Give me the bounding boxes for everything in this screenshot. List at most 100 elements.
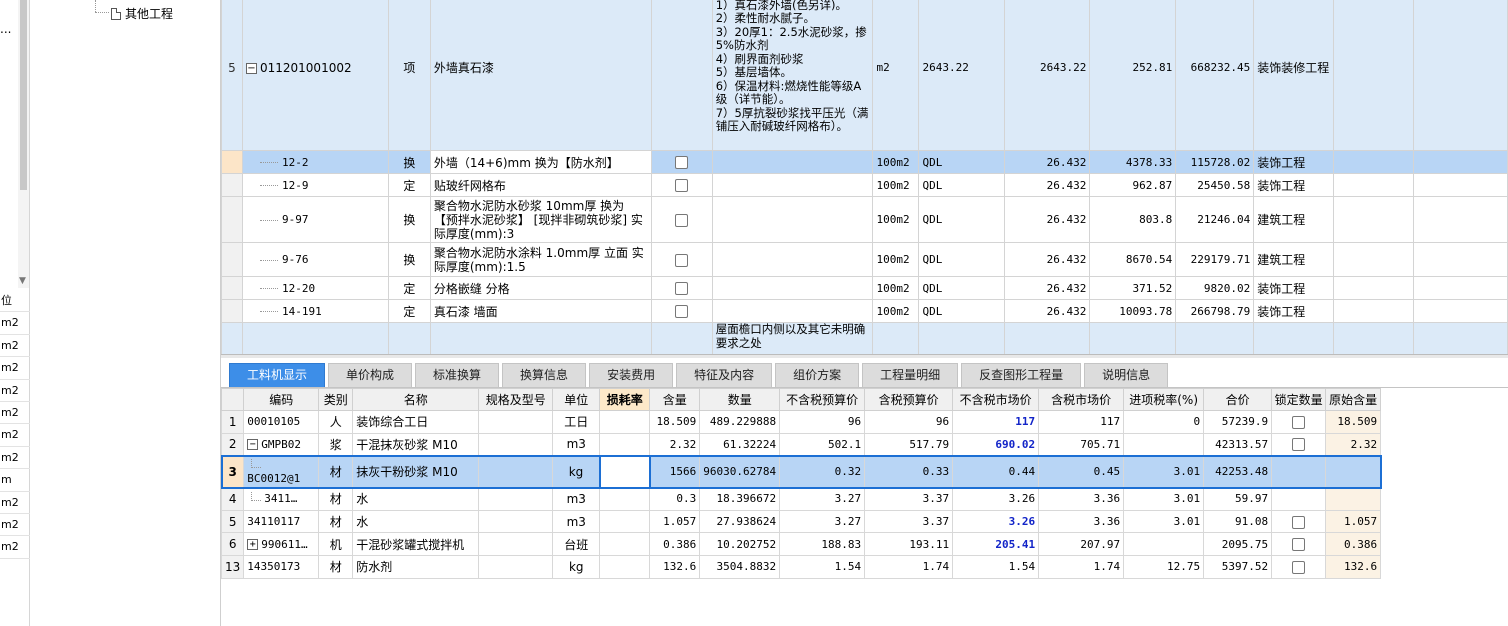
lock-quantity-cell[interactable] — [1271, 554, 1327, 579]
checkbox[interactable] — [1292, 560, 1306, 574]
code-cell[interactable]: 14350173 — [243, 554, 320, 579]
name-cell[interactable]: 装饰综合工日 — [352, 410, 480, 434]
spec-cell[interactable] — [478, 432, 554, 457]
checkbox[interactable] — [675, 213, 689, 227]
column-header[interactable]: 不含税预算价 — [779, 388, 866, 411]
column-header[interactable]: 合价 — [1203, 388, 1273, 411]
lock-cell[interactable] — [650, 150, 713, 174]
quota-code-cell[interactable]: 12-2 — [241, 150, 389, 174]
name-cell[interactable]: 干混抹灰砂浆 M10 — [352, 432, 480, 457]
tab-8[interactable]: 反查图形工程量 — [961, 363, 1082, 387]
quota-row[interactable]: 12-2 换 外墙（14+6)mm 换为【防水剂】 100m2 QDL 26.432 437… — [221, 150, 1508, 174]
lock-quantity-cell[interactable] — [1271, 509, 1327, 534]
market-price-incl-tax-cell[interactable]: 3.36 — [1038, 509, 1125, 534]
bill-item-row[interactable]: 屋面檐口内侧以及其它未明确要求之处 — [221, 322, 1508, 354]
column-header[interactable]: 数量 — [699, 388, 781, 411]
column-header[interactable]: 不含税市场价 — [952, 388, 1040, 411]
qty-expr-cell[interactable]: QDL — [918, 242, 1006, 277]
quota-name-cell[interactable]: 聚合物水泥防水砂浆 10mm厚 换为【预拌水泥砂浆】 [现拌非砌筑砂浆] 实际厚… — [429, 196, 652, 243]
left-unit-cell[interactable]: m2 — [0, 514, 30, 537]
lock-cell[interactable] — [650, 299, 713, 323]
spec-cell[interactable] — [478, 410, 554, 434]
lock-cell[interactable] — [650, 276, 713, 300]
input-tax-rate-cell[interactable]: 0 — [1123, 410, 1205, 434]
quota-name-cell[interactable]: 聚合物水泥防水涂料 1.0mm厚 立面 实际厚度(mm):1.5 — [429, 242, 652, 277]
checkbox[interactable] — [1292, 538, 1306, 552]
left-unit-cell[interactable]: m2 — [0, 536, 30, 559]
quota-code-cell[interactable]: 9-97 — [241, 196, 389, 243]
left-unit-cell[interactable]: m2 — [0, 492, 30, 514]
item-name-cell[interactable]: 外墙真石漆 — [429, 0, 652, 151]
name-cell[interactable]: 防水剂 — [352, 554, 480, 579]
left-unit-cell[interactable]: m2 — [0, 402, 30, 425]
column-header[interactable]: 单位 — [552, 388, 601, 411]
code-cell[interactable]: 00010105 — [243, 410, 320, 434]
checkbox[interactable] — [675, 305, 689, 318]
item-features-cell[interactable]: 屋面檐口内侧以及其它未明确要求之处 — [711, 322, 874, 354]
left-unit-cell[interactable]: m2 — [0, 357, 30, 380]
content-cell[interactable]: 2.32 — [649, 432, 701, 457]
column-header[interactable]: 类别 — [318, 388, 354, 411]
code-cell[interactable]: 34110117 — [243, 509, 320, 534]
loss-rate-cell[interactable] — [598, 454, 651, 489]
checkbox[interactable] — [1292, 415, 1306, 429]
left-unit-cell[interactable]: m2 — [0, 424, 30, 447]
spec-cell[interactable] — [478, 532, 554, 556]
market-price-incl-tax-cell[interactable]: 207.97 — [1038, 532, 1125, 556]
quota-row[interactable]: 12-9 定 贴玻纤网格布 100m2 QDL 26.432 962.87 25450.58 装… — [221, 173, 1508, 197]
tab-4[interactable]: 安装费用 — [589, 363, 674, 387]
bill-item-row[interactable]: 5−011201001002项外墙真石漆外1:真石漆涂料外墙面 1）真石漆外墙(… — [221, 0, 1508, 151]
qty-expr-cell[interactable]: 2643.22 — [918, 0, 1006, 151]
loss-rate-cell[interactable] — [599, 554, 651, 579]
qty-expr-cell[interactable]: QDL — [918, 173, 1006, 197]
column-header[interactable]: 损耗率 — [599, 388, 651, 411]
left-unit-cell[interactable]: m2 — [0, 380, 30, 402]
market-price-incl-tax-cell[interactable]: 117 — [1038, 410, 1125, 434]
loss-rate-cell[interactable] — [599, 410, 651, 434]
tab-2[interactable]: 标准换算 — [415, 363, 500, 387]
content-cell[interactable]: 132.6 — [649, 554, 701, 579]
quantity-cell[interactable]: 10.202752 — [699, 532, 781, 556]
input-tax-rate-cell[interactable]: 3.01 — [1123, 509, 1205, 534]
content-cell[interactable]: 18.509 — [649, 410, 701, 434]
left-unit-cell[interactable]: m2 — [0, 447, 30, 470]
checkbox[interactable] — [1292, 438, 1306, 452]
item-features-cell[interactable]: 外1:真石漆涂料外墙面 1）真石漆外墙(色另详)。 2）柔性耐水腻子。 3）20… — [711, 0, 874, 151]
tab-6[interactable]: 组价方案 — [775, 363, 860, 387]
qty-expr-cell[interactable]: QDL — [918, 299, 1006, 323]
item-code-cell[interactable]: −011201001002 — [241, 0, 389, 151]
column-header[interactable]: 含税市场价 — [1038, 388, 1125, 411]
loss-rate-cell[interactable] — [599, 509, 651, 534]
left-unit-cell[interactable]: m — [0, 469, 30, 492]
lock-quantity-cell[interactable] — [1271, 432, 1327, 457]
market-price-excl-tax-cell[interactable]: 205.41 — [952, 532, 1040, 556]
quota-name-cell[interactable]: 分格嵌缝 分格 — [429, 276, 652, 300]
column-header[interactable] — [220, 388, 245, 411]
resource-row[interactable]: 2− GMPB02 浆干混抹灰砂浆 M10 m3 2.32 61.32224 502.1 51… — [220, 432, 1382, 457]
name-cell[interactable]: 水 — [352, 487, 480, 511]
column-header[interactable]: 编码 — [243, 388, 320, 411]
market-price-excl-tax-cell[interactable]: 3.26 — [952, 487, 1040, 511]
spec-cell[interactable] — [478, 455, 554, 489]
quantity-cell[interactable]: 3504.8832 — [699, 554, 781, 579]
quota-code-cell[interactable]: 12-20 — [241, 276, 389, 300]
left-unit-cell[interactable]: m2 — [0, 312, 30, 335]
resource-row[interactable]: 1 00010105 人装饰综合工日 工日 18.509 489.229888 96 96 11… — [220, 410, 1382, 434]
tree-node-other-works[interactable]: 其他工程 — [111, 5, 173, 22]
input-tax-rate-cell[interactable]: 12.75 — [1123, 554, 1205, 579]
content-cell[interactable]: 1.057 — [649, 509, 701, 534]
quota-name-cell[interactable]: 贴玻纤网格布 — [429, 173, 652, 197]
market-price-excl-tax-cell[interactable]: 0.44 — [952, 455, 1040, 489]
column-header[interactable]: 规格及型号 — [478, 388, 554, 411]
quota-name-cell[interactable]: 真石漆 墙面 — [429, 299, 652, 323]
splitter[interactable] — [221, 354, 1508, 358]
code-cell[interactable]: +990611… — [243, 532, 320, 556]
column-header[interactable]: 锁定数量 — [1271, 388, 1327, 411]
column-header[interactable]: 名称 — [352, 388, 480, 411]
tab-5[interactable]: 特征及内容 — [676, 363, 773, 387]
tab-1[interactable]: 单价构成 — [328, 363, 413, 387]
resource-row[interactable]: 6 +990611… 机干混砂浆罐式搅拌机 台班 0.386 10.202752 188.8… — [220, 532, 1382, 556]
checkbox[interactable] — [675, 156, 689, 169]
lock-quantity-cell[interactable] — [1271, 532, 1327, 556]
resource-row[interactable]: 3 BC0012@1 材抹灰干粉砂浆 M10 kg 1566 96030.62784 0.3… — [220, 454, 1382, 489]
